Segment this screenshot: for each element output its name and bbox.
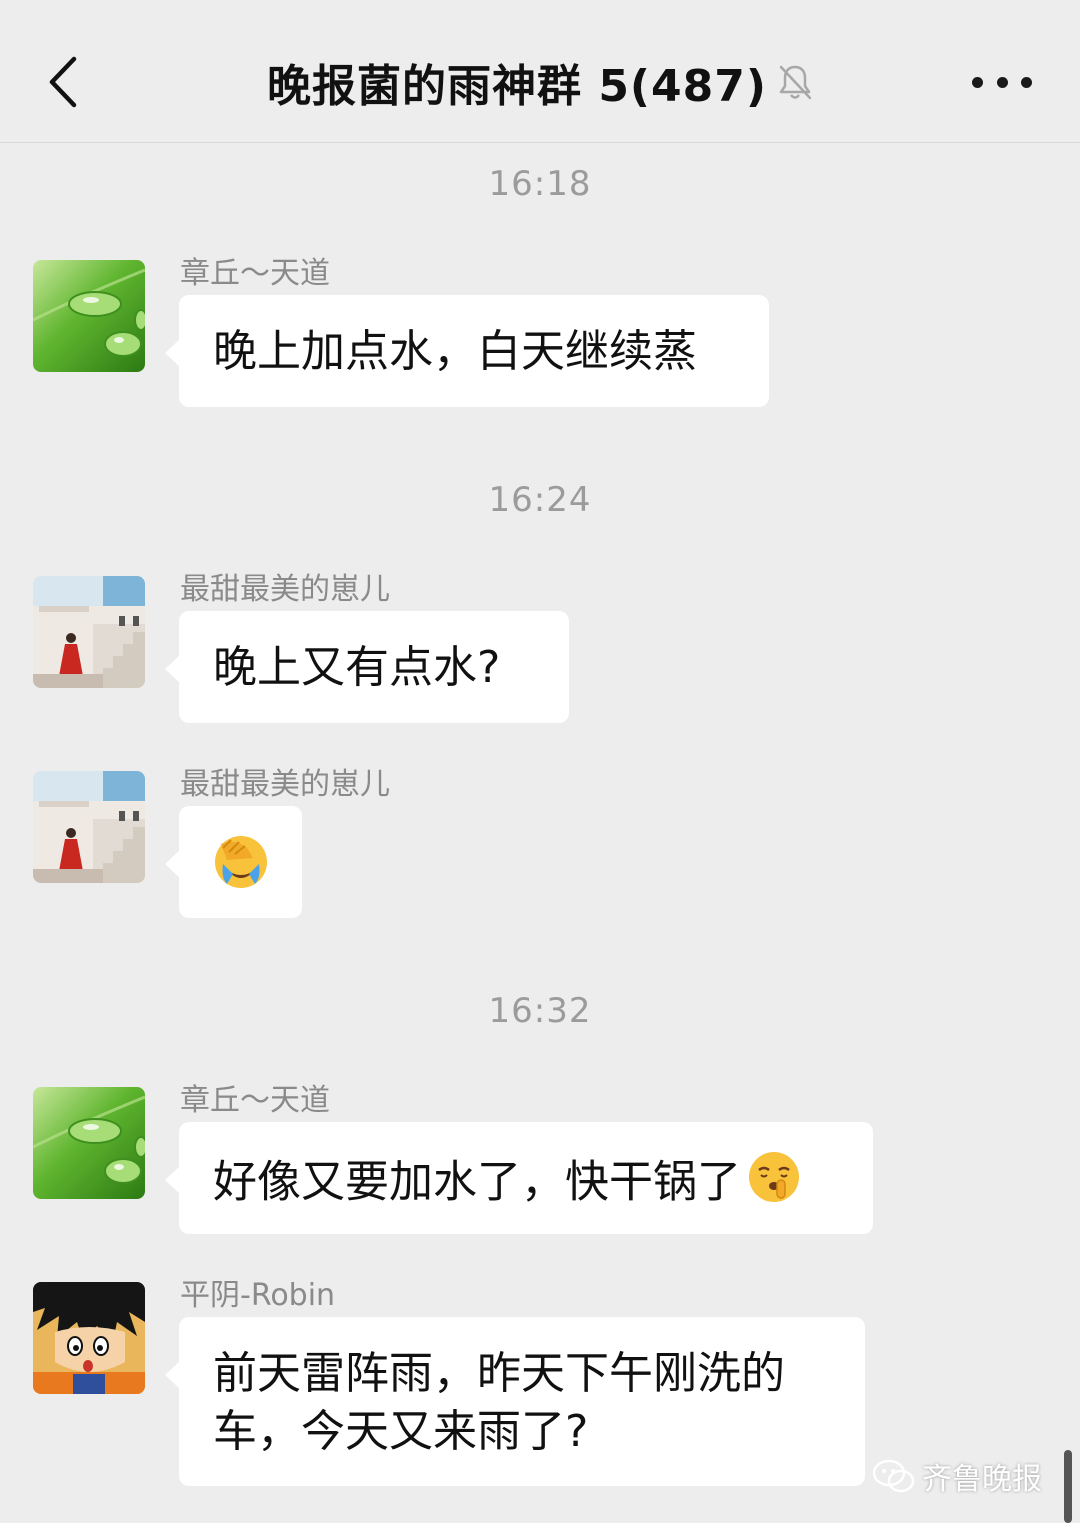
chat-title: 晚报菌的雨神群 5(487)	[267, 61, 767, 112]
wechat-logo-icon	[872, 1459, 915, 1493]
message-bubble[interactable]: 晚上又有点水?	[165, 611, 569, 723]
avatar[interactable]	[33, 576, 145, 688]
message-bubble[interactable]: 晚上加点水，白天继续蒸	[165, 295, 769, 407]
more-dots-icon	[972, 76, 983, 88]
message-bubble[interactable]: 好像又要加水了，快干锅了	[165, 1122, 873, 1234]
scrollbar[interactable]	[1064, 1450, 1072, 1523]
chat-header: 晚报菌的雨神群 5(487)	[0, 0, 1080, 143]
title-area: 晚报菌的雨神群 5(487)	[0, 52, 1080, 112]
message-bubble[interactable]	[165, 806, 302, 918]
sender-name: 章丘～天道	[180, 256, 330, 291]
sender-name: 最甜最美的崽儿	[180, 767, 390, 802]
sender-name: 最甜最美的崽儿	[180, 572, 390, 607]
message-text-line: 车，今天又来雨了?	[213, 1406, 589, 1457]
watermark-text: 齐鲁晚报	[922, 1462, 1042, 1497]
avatar[interactable]	[33, 771, 145, 883]
avatar[interactable]	[33, 1087, 145, 1199]
avatar[interactable]	[33, 1282, 145, 1394]
watermark: 齐鲁晚报	[872, 1454, 1042, 1498]
message-text: 好像又要加水了，快干锅了	[213, 1156, 741, 1208]
message-text-line: 前天雷阵雨，昨天下午刚洗的	[213, 1348, 785, 1399]
sender-name: 平阴-Robin	[180, 1278, 336, 1313]
sender-name: 章丘～天道	[180, 1083, 330, 1118]
message-bubble[interactable]: 前天雷阵雨，昨天下午刚洗的 车，今天又来雨了?	[165, 1317, 865, 1486]
message-text: 晚上加点水，白天继续蒸	[213, 326, 697, 377]
timestamp: 16:24	[488, 480, 592, 520]
bell-off-icon	[777, 63, 813, 101]
avatar[interactable]	[33, 260, 145, 372]
facepalm-crying-emoji	[215, 836, 267, 888]
message-text: 晚上又有点水?	[213, 642, 501, 693]
timestamp: 16:32	[488, 991, 592, 1031]
more-options-button[interactable]	[972, 62, 1032, 102]
shushing-face-emoji	[747, 1150, 801, 1219]
timestamp: 16:18	[488, 164, 592, 204]
